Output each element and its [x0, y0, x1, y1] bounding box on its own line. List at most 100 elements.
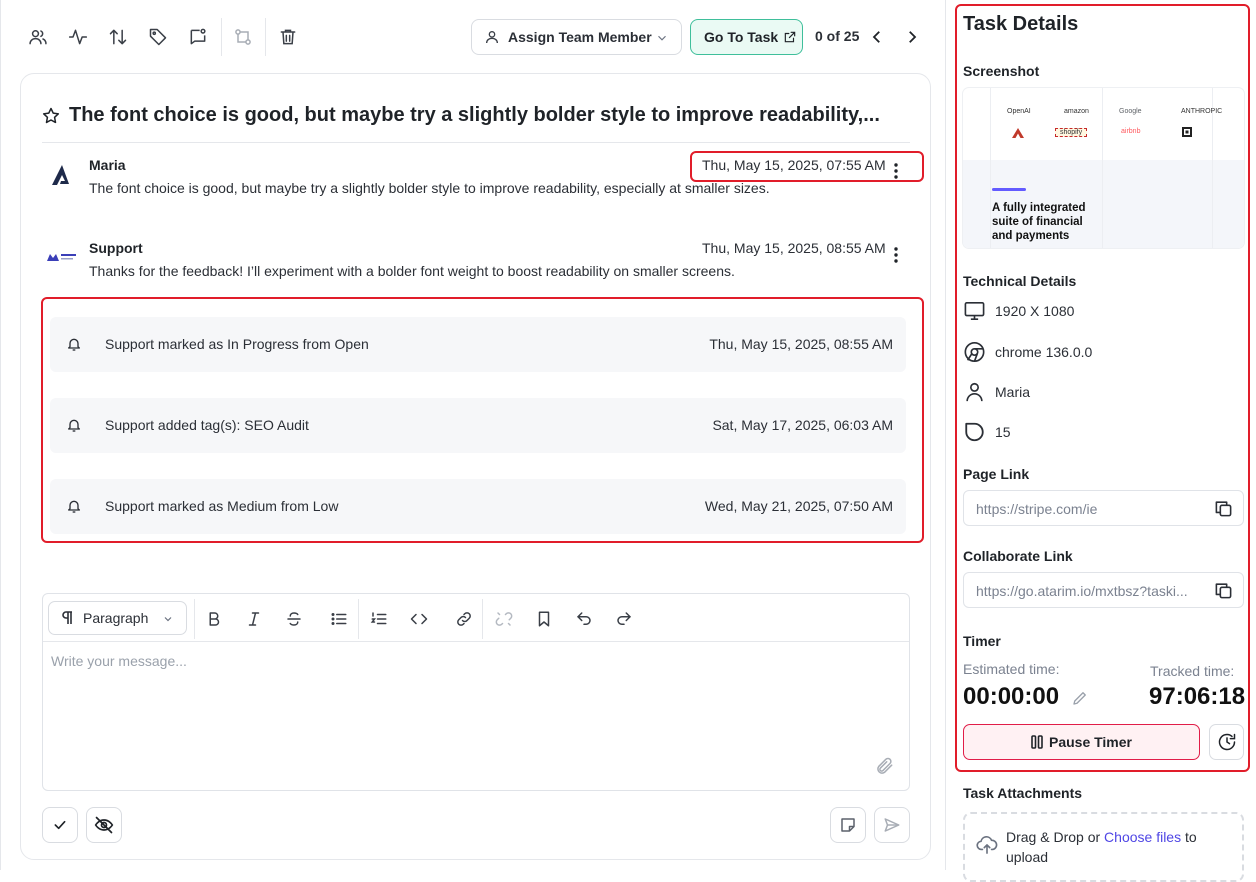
chevron-right-icon[interactable] [900, 24, 924, 50]
team-icon[interactable] [23, 22, 53, 52]
task-details-title: Task Details [963, 13, 1079, 35]
message-author: Support [89, 240, 143, 256]
block-type-dropdown[interactable]: Paragraph [48, 601, 187, 635]
chevron-left-icon[interactable] [865, 24, 889, 50]
task-number-row: 15 [963, 421, 1011, 443]
task-thread-panel: Assign Team Member Go To Task 0 of 25 Th… [0, 0, 946, 870]
message-text: The font choice is good, but maybe try a… [89, 180, 770, 196]
send-button[interactable] [874, 807, 910, 843]
flag-comment-icon[interactable] [183, 22, 213, 52]
undo-icon[interactable] [572, 607, 596, 631]
go-to-task-button[interactable]: Go To Task [690, 19, 803, 55]
thumbnail-logo: Google [1119, 108, 1142, 115]
resolution-value: 1920 X 1080 [995, 303, 1075, 319]
numbered-list-icon[interactable] [367, 607, 391, 631]
cloud-upload-icon [976, 834, 998, 854]
copy-icon[interactable] [1214, 581, 1233, 600]
assign-label: Assign Team Member [508, 29, 652, 45]
browser-row: chrome 136.0.0 [963, 341, 1092, 363]
monitor-icon [963, 301, 986, 321]
dropzone-text: Drag & Drop or Choose files to upload [1006, 827, 1226, 867]
message-author: Maria [89, 157, 126, 173]
message-input[interactable]: Write your message... [51, 653, 187, 669]
message-editor: Paragraph Write your message... [42, 593, 910, 791]
highlight-box [690, 151, 924, 182]
paperclip-icon[interactable] [875, 756, 895, 776]
thumbnail-logo: airbnb [1121, 128, 1141, 135]
bold-icon[interactable] [202, 607, 226, 631]
chevron-down-icon [162, 613, 174, 625]
user-icon [484, 29, 500, 45]
editor-toolbar: Paragraph [43, 594, 909, 642]
technical-details-heading: Technical Details [963, 273, 1077, 289]
toolbar-divider [482, 599, 483, 639]
avatar [46, 252, 78, 262]
task-details-panel: Task Details Screenshot OpenAI amazon Go… [947, 0, 1256, 882]
hide-button[interactable] [86, 807, 122, 843]
thumbnail-logo: amazon [1064, 108, 1089, 115]
chevron-down-icon [655, 31, 669, 45]
clock-history-icon [1217, 732, 1237, 752]
merge-icon[interactable] [228, 22, 258, 52]
chrome-icon [963, 341, 986, 363]
screenshot-thumbnail[interactable]: OpenAI amazon Google ANTHROPIC shopify a… [963, 88, 1244, 248]
check-icon [52, 817, 68, 833]
thumbnail-logo: ANTHROPIC [1181, 108, 1223, 115]
thumbnail-headline: A fully integrated suite of financial an… [992, 202, 1086, 242]
browser-value: chrome 136.0.0 [995, 344, 1093, 360]
collaborate-link-value: https://go.atarim.io/mxtbsz?taski... [976, 583, 1188, 599]
message-text: Thanks for the feedback! I’ll experiment… [89, 263, 735, 279]
task-marker-icon [963, 421, 986, 443]
resolve-button[interactable] [42, 807, 78, 843]
screenshot-heading: Screenshot [963, 63, 1040, 79]
task-attachments-heading: Task Attachments [963, 785, 1083, 801]
note-button[interactable] [830, 807, 866, 843]
toolbar-divider [358, 599, 359, 639]
italic-icon[interactable] [242, 607, 266, 631]
pencil-icon[interactable] [1071, 689, 1089, 707]
tracked-time-value: 97:06:18 [1149, 683, 1246, 710]
strikethrough-icon[interactable] [282, 607, 306, 631]
timer-history-button[interactable] [1209, 724, 1244, 760]
sort-icon[interactable] [103, 22, 133, 52]
code-icon[interactable] [407, 607, 431, 631]
choose-files-link[interactable]: Choose files [1104, 829, 1181, 845]
copy-icon[interactable] [1214, 499, 1233, 518]
star-icon[interactable] [41, 106, 61, 126]
tag-icon[interactable] [143, 22, 173, 52]
bookmark-icon[interactable] [532, 607, 556, 631]
toolbar-divider [194, 599, 195, 639]
redo-icon[interactable] [612, 607, 636, 631]
page-link-value: https://stripe.com/ie [976, 501, 1098, 517]
attachment-dropzone[interactable]: Drag & Drop or Choose files to upload [963, 812, 1244, 882]
user-row: Maria [963, 381, 1030, 403]
bullet-list-icon[interactable] [327, 607, 351, 631]
pause-timer-button[interactable]: Pause Timer [963, 724, 1200, 760]
more-options-icon[interactable] [890, 245, 902, 265]
page-link-field[interactable]: https://stripe.com/ie [963, 490, 1244, 526]
thumbnail-gridline [990, 88, 991, 248]
task-pager-count: 0 of 25 [815, 28, 860, 44]
activity-icon[interactable] [63, 22, 93, 52]
task-title: The font choice is good, but maybe try a… [69, 104, 880, 126]
estimated-time-label: Estimated time: [963, 661, 1060, 677]
divider [42, 142, 910, 143]
highlight-box [41, 297, 924, 543]
task-title-row: The font choice is good, but maybe try a… [41, 104, 901, 127]
thumbnail-logo: shopify [1055, 128, 1088, 137]
pause-icon [1031, 735, 1043, 749]
unlink-icon[interactable] [492, 607, 516, 631]
link-icon[interactable] [452, 607, 476, 631]
timer-heading: Timer [963, 633, 1001, 649]
tracked-time-label: Tracked time: [1150, 663, 1235, 679]
pilcrow-icon [61, 611, 73, 625]
block-type-label: Paragraph [83, 610, 149, 626]
assign-team-member-dropdown[interactable]: Assign Team Member [471, 19, 682, 55]
trash-icon[interactable] [273, 22, 303, 52]
thumbnail-accent [992, 188, 1026, 191]
toolbar-divider [221, 18, 222, 56]
user-icon [963, 381, 986, 403]
thumbnail-logo: OpenAI [1007, 108, 1031, 115]
collaborate-link-field[interactable]: https://go.atarim.io/mxtbsz?taski... [963, 572, 1244, 608]
task-number-value: 15 [995, 424, 1011, 440]
